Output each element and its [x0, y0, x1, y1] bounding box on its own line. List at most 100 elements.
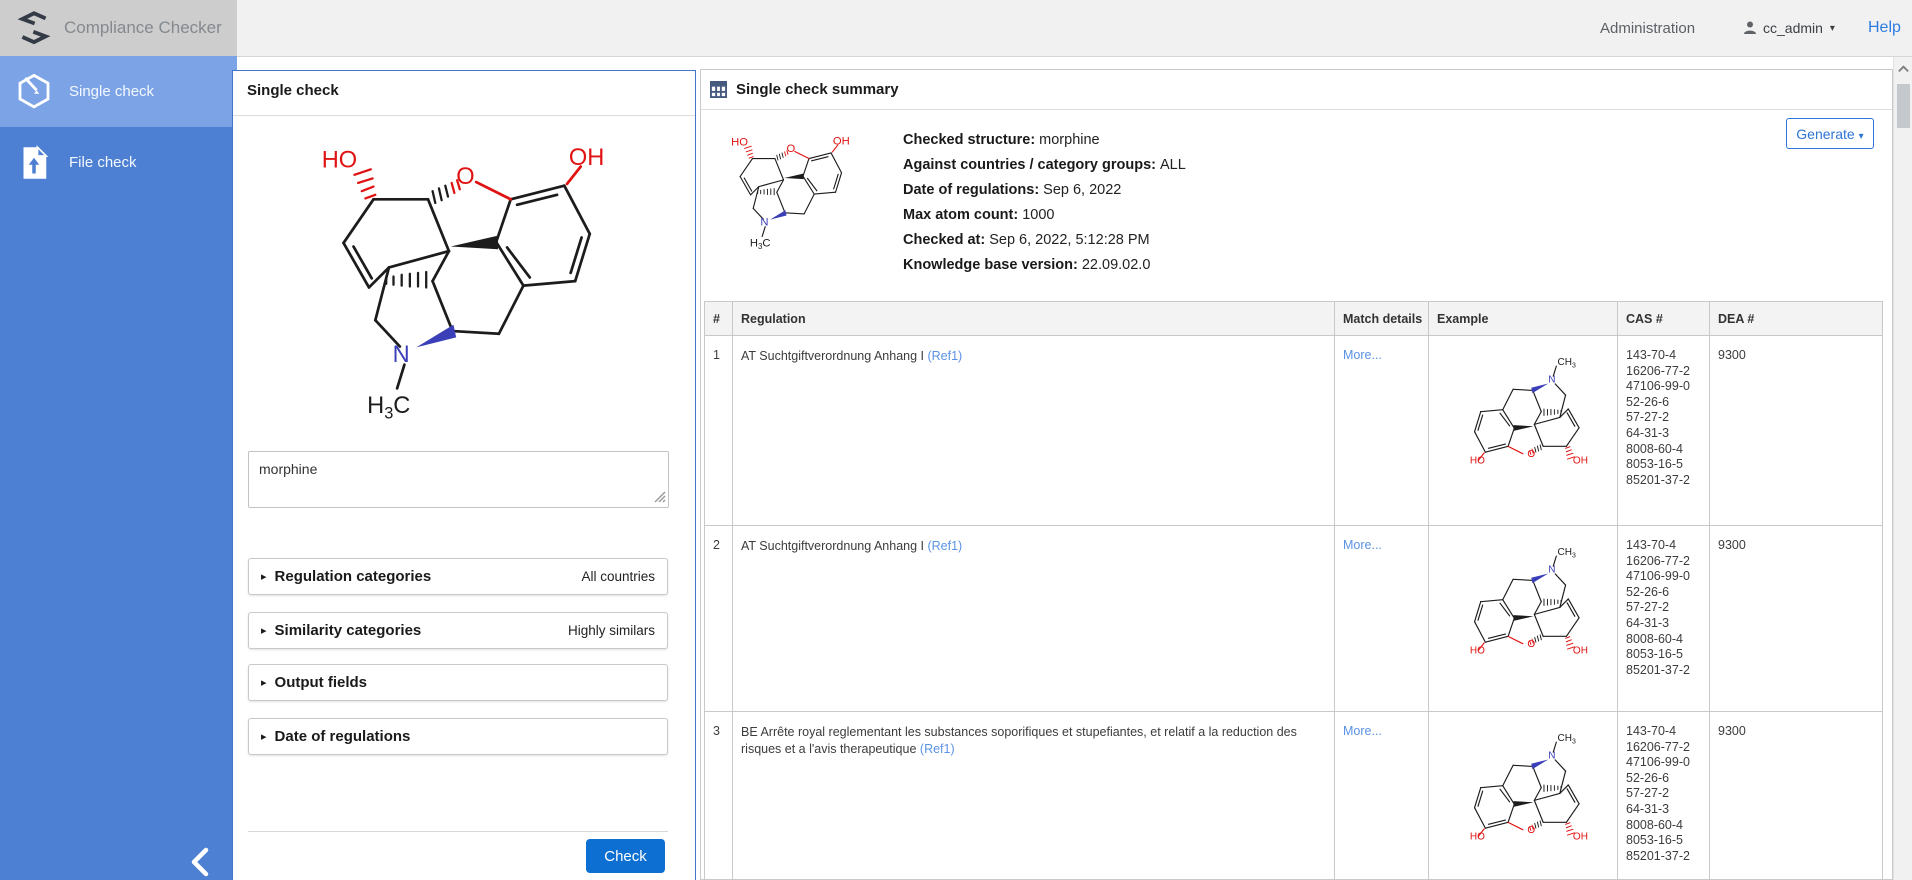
app-title: Compliance Checker — [64, 18, 222, 38]
col-regulation: Regulation — [733, 302, 1335, 336]
structure-editor-canvas[interactable]: HO O OH N H3C — [278, 113, 678, 431]
panel-title-bar: Single check — [233, 71, 695, 116]
regulation-text: AT Suchtgiftverordnung Anhang I — [741, 349, 924, 363]
user-menu[interactable]: cc_admin ▾ — [1742, 0, 1835, 56]
ref-link[interactable]: (Ref1) — [920, 742, 955, 756]
atom-label: N — [393, 342, 410, 368]
summary-title: Single check summary — [736, 81, 899, 98]
atom-label: H3C — [367, 393, 410, 422]
summary-field: Against countries / category groups:ALL — [903, 157, 1186, 173]
chevron-right-icon: ▸ — [261, 624, 267, 637]
summary-table-icon — [710, 81, 727, 98]
user-menu-caret-icon: ▾ — [1830, 23, 1835, 34]
sidebar-item-label: File check — [69, 154, 137, 171]
accordion-date-of-regulations[interactable]: ▸ Date of regulations — [248, 718, 668, 755]
svg-text:HO: HO — [1470, 832, 1485, 843]
accordion-value: Highly similars — [568, 623, 655, 638]
summary-field: Knowledge base version:22.09.02.0 — [903, 257, 1186, 273]
svg-text:OH: OH — [833, 135, 850, 147]
example-structure-image: HO O OH N CH3 — [1437, 538, 1607, 673]
col-match-details: Match details — [1335, 302, 1429, 336]
more-link[interactable]: More... — [1343, 348, 1382, 362]
summary-header: Single check summary — [701, 70, 1892, 110]
atom-label: HO — [322, 148, 357, 174]
accordion-label: Output fields — [275, 674, 368, 691]
example-structure-image: HO O OH N CH3 — [1437, 348, 1607, 483]
generate-button[interactable]: Generate▾ — [1786, 118, 1874, 149]
table-row: 2 AT Suchtgiftverordnung Anhang I (Ref1)… — [705, 526, 1883, 712]
more-link[interactable]: More... — [1343, 538, 1382, 552]
svg-text:O: O — [1527, 639, 1535, 650]
svg-text:CH3: CH3 — [1557, 733, 1575, 745]
vertical-scrollbar[interactable] — [1893, 57, 1912, 880]
accordion-output-fields[interactable]: ▸ Output fields — [248, 664, 668, 701]
single-check-summary-panel: Single check summary HO O OH N H3C Check… — [700, 69, 1893, 880]
dea-number: 9300 — [1710, 712, 1883, 880]
user-icon — [1742, 20, 1758, 36]
administration-link[interactable]: Administration — [1600, 0, 1695, 56]
chevron-left-icon — [188, 846, 214, 878]
svg-text:HO: HO — [731, 136, 748, 148]
svg-text:O: O — [1527, 825, 1535, 836]
svg-text:OH: OH — [1573, 832, 1588, 843]
check-button[interactable]: Check — [586, 839, 665, 873]
more-link[interactable]: More... — [1343, 724, 1382, 738]
accordion-label: Similarity categories — [275, 622, 422, 639]
sidebar-item-file-check[interactable]: File check — [0, 127, 237, 198]
panel-title: Single check — [247, 82, 339, 99]
regulation-text: AT Suchtgiftverordnung Anhang I — [741, 539, 924, 553]
svg-text:OH: OH — [1573, 456, 1588, 467]
summary-field: Date of regulations:Sep 6, 2022 — [903, 182, 1186, 198]
summary-field: Checked structure:morphine — [903, 132, 1186, 148]
regulation-text: BE Arrête royal reglementant les substan… — [741, 725, 1297, 756]
chevron-right-icon: ▸ — [261, 730, 267, 743]
results-table: # Regulation Match details Example CAS #… — [704, 301, 1883, 880]
accordion-regulation-categories[interactable]: ▸ Regulation categories All countries — [248, 558, 668, 595]
generate-caret-icon: ▾ — [1859, 131, 1864, 142]
single-check-icon — [13, 71, 55, 113]
cas-list: 143-70-416206-77-247106-99-052-26-657-27… — [1626, 724, 1701, 864]
checked-structure-thumbnail: HO O OH N H3C — [713, 123, 878, 254]
svg-text:N: N — [1548, 565, 1555, 576]
col-num: # — [705, 302, 733, 336]
structure-name-input[interactable] — [248, 451, 669, 508]
accordion-label: Regulation categories — [275, 568, 432, 585]
col-cas: CAS # — [1618, 302, 1710, 336]
col-example: Example — [1429, 302, 1618, 336]
summary-fields: Checked structure:morphine Against count… — [903, 132, 1186, 273]
scroll-up-icon[interactable] — [1897, 63, 1910, 76]
scrollbar-thumb[interactable] — [1897, 84, 1910, 128]
chevron-right-icon: ▸ — [261, 570, 267, 583]
ref-link[interactable]: (Ref1) — [927, 539, 962, 553]
row-num: 1 — [705, 336, 733, 526]
summary-field: Checked at:Sep 6, 2022, 5:12:28 PM — [903, 232, 1186, 248]
ref-link[interactable]: (Ref1) — [927, 349, 962, 363]
divider — [248, 831, 668, 832]
svg-text:OH: OH — [1573, 646, 1588, 657]
sidebar: Single check File check — [0, 56, 237, 880]
svg-text:N: N — [760, 217, 768, 229]
atom-label: OH — [569, 145, 604, 171]
help-link[interactable]: Help — [1868, 0, 1901, 56]
cas-list: 143-70-416206-77-247106-99-052-26-657-27… — [1626, 538, 1701, 678]
svg-text:CH3: CH3 — [1557, 547, 1575, 559]
dea-number: 9300 — [1710, 526, 1883, 712]
summary-field: Max atom count:1000 — [903, 207, 1186, 223]
file-check-icon — [13, 142, 55, 184]
row-num: 3 — [705, 712, 733, 880]
svg-text:N: N — [1548, 375, 1555, 386]
accordion-similarity-categories[interactable]: ▸ Similarity categories Highly similars — [248, 612, 668, 649]
logo-area: Compliance Checker — [0, 0, 237, 56]
svg-text:O: O — [1527, 449, 1535, 460]
example-structure-image: HO O OH N CH3 — [1437, 724, 1607, 859]
table-header-row: # Regulation Match details Example CAS #… — [705, 302, 1883, 336]
atom-label: O — [456, 164, 474, 190]
dea-number: 9300 — [1710, 336, 1883, 526]
sidebar-collapse-button[interactable] — [188, 846, 218, 878]
compliance-checker-app: { "topbar": { "app_title": "Compliance C… — [0, 0, 1912, 880]
svg-text:HO: HO — [1470, 646, 1485, 657]
sidebar-item-single-check[interactable]: Single check — [0, 56, 237, 127]
table-row: 1 AT Suchtgiftverordnung Anhang I (Ref1)… — [705, 336, 1883, 526]
sidebar-item-label: Single check — [69, 83, 154, 100]
row-num: 2 — [705, 526, 733, 712]
